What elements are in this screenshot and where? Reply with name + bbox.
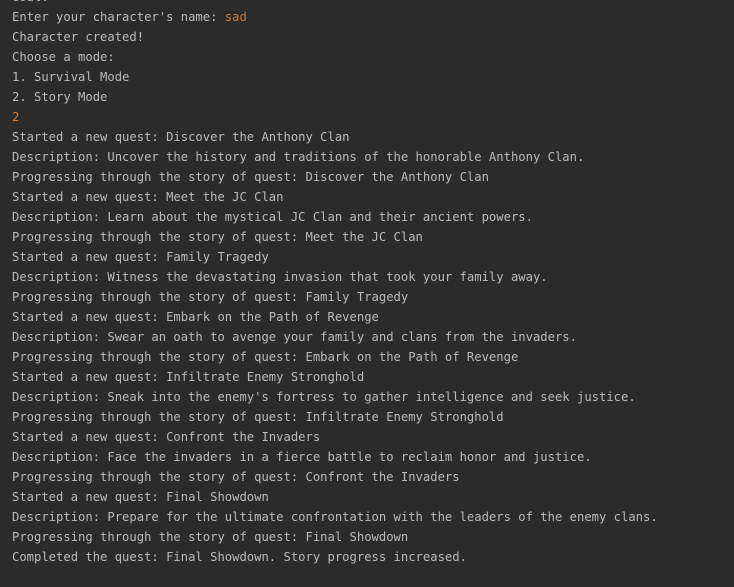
console-line: Started a new quest: Infiltrate Enemy St…	[12, 367, 734, 387]
output-text: Description: Swear an oath to avenge you…	[12, 330, 577, 344]
output-text: Started a new quest: Final Showdown	[12, 490, 269, 504]
output-text: Progressing through the story of quest: …	[12, 530, 409, 544]
output-text: Started a new quest: Confront the Invade…	[12, 430, 321, 444]
console-line: Progressing through the story of quest: …	[12, 287, 734, 307]
output-text: Goal:	[12, 0, 49, 4]
console-line: 2	[12, 107, 734, 127]
output-text: Progressing through the story of quest: …	[12, 470, 460, 484]
console-line: Progressing through the story of quest: …	[12, 467, 734, 487]
output-text: Started a new quest: Family Tragedy	[12, 250, 269, 264]
output-text: Started a new quest: Embark on the Path …	[12, 310, 379, 324]
output-text: Choose a mode:	[12, 50, 115, 64]
output-text: 1. Survival Mode	[12, 70, 130, 84]
console-line: Progressing through the story of quest: …	[12, 227, 734, 247]
console-line: Description: Face the invaders in a fier…	[12, 447, 734, 467]
console-line: Started a new quest: Embark on the Path …	[12, 307, 734, 327]
console-line: 2. Story Mode	[12, 87, 734, 107]
console-line: Goal:	[12, 0, 734, 7]
console-line: Started a new quest: Discover the Anthon…	[12, 127, 734, 147]
output-text: Enter your character's name:	[12, 10, 225, 24]
console-line: Started a new quest: Final Showdown	[12, 487, 734, 507]
console-line: Progressing through the story of quest: …	[12, 527, 734, 547]
console-line: Enter your character's name: sad	[12, 7, 734, 27]
user-input-text: 2	[12, 110, 20, 124]
output-text: Progressing through the story of quest: …	[12, 350, 519, 364]
console-line: Progressing through the story of quest: …	[12, 347, 734, 367]
output-text: Progressing through the story of quest: …	[12, 170, 489, 184]
console-line: Started a new quest: Family Tragedy	[12, 247, 734, 267]
console-line: 1. Survival Mode	[12, 67, 734, 87]
output-text: Progressing through the story of quest: …	[12, 290, 409, 304]
console-line: Description: Prepare for the ultimate co…	[12, 507, 734, 527]
output-text: Description: Face the invaders in a fier…	[12, 450, 592, 464]
console-line: Completed the quest: Final Showdown. Sto…	[12, 547, 734, 567]
output-text: Started a new quest: Infiltrate Enemy St…	[12, 370, 365, 384]
output-text: Description: Learn about the mystical JC…	[12, 210, 533, 224]
console-line: Progressing through the story of quest: …	[12, 167, 734, 187]
console-line: Description: Learn about the mystical JC…	[12, 207, 734, 227]
user-input-text: sad	[224, 10, 247, 24]
output-text: Started a new quest: Meet the JC Clan	[12, 190, 284, 204]
run-console-output[interactable]: Goal: Enter your character's name: sad Cha…	[0, 0, 734, 587]
output-text: Description: Sneak into the enemy's fort…	[12, 390, 636, 404]
output-text: 2. Story Mode	[12, 90, 108, 104]
console-line: Progressing through the story of quest: …	[12, 407, 734, 427]
console-line: Description: Swear an oath to avenge you…	[12, 327, 734, 347]
output-text: Progressing through the story of quest: …	[12, 410, 504, 424]
output-text: Completed the quest: Final Showdown. Sto…	[12, 550, 467, 564]
console-line: Character created!	[12, 27, 734, 47]
console-line: Choose a mode:	[12, 47, 734, 67]
output-text: Description: Prepare for the ultimate co…	[12, 510, 658, 524]
console-line: Description: Sneak into the enemy's fort…	[12, 387, 734, 407]
output-text: Started a new quest: Discover the Anthon…	[12, 130, 350, 144]
output-text: Description: Uncover the history and tra…	[12, 150, 585, 164]
console-line: Description: Uncover the history and tra…	[12, 147, 734, 167]
console-line: Started a new quest: Meet the JC Clan	[12, 187, 734, 207]
console-line: Description: Witness the devastating inv…	[12, 267, 734, 287]
output-text: Description: Witness the devastating inv…	[12, 270, 548, 284]
output-text: Progressing through the story of quest: …	[12, 230, 423, 244]
output-text: Character created!	[12, 30, 145, 44]
console-line: Started a new quest: Confront the Invade…	[12, 427, 734, 447]
console-lines: Goal: Enter your character's name: sad Cha…	[12, 0, 734, 567]
